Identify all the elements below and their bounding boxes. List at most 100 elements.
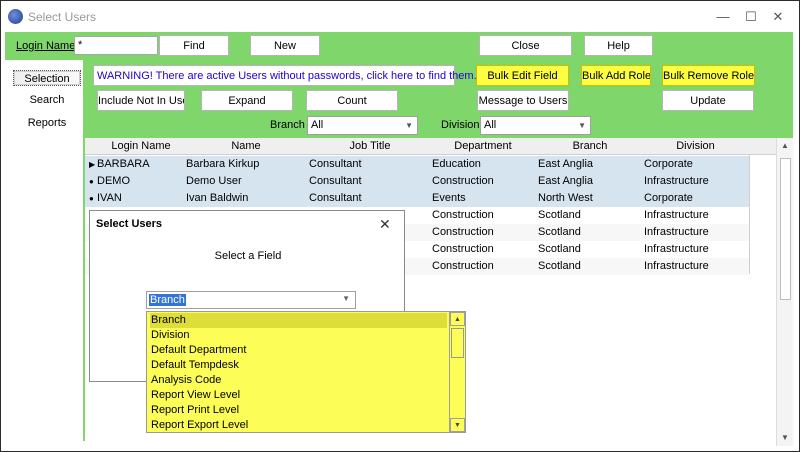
inactive-password-warning-link[interactable]: WARNING! There are active Users without … bbox=[93, 65, 477, 86]
cell-branch: East Anglia bbox=[538, 175, 594, 187]
message-to-users-button[interactable]: Message to Users bbox=[477, 90, 569, 111]
field-option[interactable]: Branch bbox=[150, 313, 447, 328]
window-title: Select Users bbox=[28, 10, 97, 24]
dialog-title: Select Users bbox=[96, 218, 163, 230]
nav-reports[interactable]: Reports bbox=[13, 115, 81, 131]
branch-filter-select[interactable]: All ▼ bbox=[307, 116, 418, 135]
field-select-value: Branch bbox=[149, 294, 186, 306]
scrollbar-thumb[interactable] bbox=[780, 158, 791, 300]
nav-selection[interactable]: Selection bbox=[13, 70, 81, 86]
expand-button[interactable]: Expand bbox=[201, 90, 293, 111]
options-scrollbar-thumb[interactable] bbox=[451, 328, 464, 358]
field-option[interactable]: Report Print Level bbox=[150, 403, 447, 418]
include-not-in-use-button[interactable]: Include Not In Use bbox=[97, 90, 185, 111]
bulk-edit-field-button[interactable]: Bulk Edit Field bbox=[476, 65, 569, 86]
cell-branch: North West bbox=[538, 192, 593, 204]
cell-department: Construction bbox=[432, 175, 494, 187]
cell-division: Infrastructure bbox=[644, 175, 709, 187]
app-globe-icon bbox=[8, 9, 23, 24]
column-header-login-name[interactable]: Login Name bbox=[85, 140, 197, 152]
cell-branch: Scotland bbox=[538, 243, 581, 255]
close-button[interactable]: Close bbox=[479, 35, 572, 56]
cell-login-name: IVAN bbox=[97, 192, 122, 204]
new-button[interactable]: New bbox=[250, 35, 320, 56]
field-options-list[interactable]: Branch Division Default Department Defau… bbox=[146, 311, 466, 433]
cell-job-title: Consultant bbox=[309, 158, 362, 170]
table-row[interactable]: ● DEMO Demo User Consultant Construction… bbox=[85, 173, 749, 190]
field-option[interactable]: Default Department bbox=[150, 343, 447, 358]
select-users-window: Select Users — ☐ ✕ Login Name * Find New… bbox=[0, 0, 800, 452]
login-name-input[interactable]: * bbox=[74, 36, 158, 55]
count-button[interactable]: Count bbox=[306, 90, 398, 111]
chevron-down-icon: ▼ bbox=[405, 121, 413, 130]
cell-job-title: Consultant bbox=[309, 192, 362, 204]
cell-name: Barbara Kirkup bbox=[186, 158, 260, 170]
close-icon[interactable]: ✕ bbox=[379, 216, 391, 233]
cell-department: Education bbox=[432, 158, 481, 170]
column-header-division[interactable]: Division bbox=[642, 140, 749, 152]
field-option[interactable]: Default Tempdesk bbox=[150, 358, 447, 373]
table-row[interactable]: ● IVAN Ivan Baldwin Consultant Events No… bbox=[85, 190, 749, 207]
cell-division: Infrastructure bbox=[644, 226, 709, 238]
cell-name: Ivan Baldwin bbox=[186, 192, 249, 204]
help-button[interactable]: Help bbox=[584, 35, 653, 56]
scroll-down-arrow-icon[interactable]: ▼ bbox=[777, 430, 793, 446]
scroll-down-arrow-icon[interactable]: ▼ bbox=[450, 418, 465, 432]
bulk-add-role-button[interactable]: Bulk Add Role bbox=[581, 65, 651, 86]
cell-branch: Scotland bbox=[538, 209, 581, 221]
cell-department: Construction bbox=[432, 243, 494, 255]
update-button[interactable]: Update bbox=[662, 90, 754, 111]
close-window-button[interactable]: ✕ bbox=[768, 8, 788, 26]
top-toolbar: Login Name * Find New Close Help bbox=[5, 32, 793, 60]
cell-job-title: Consultant bbox=[309, 175, 362, 187]
users-table-header: Login Name Name Job Title Department Bra… bbox=[85, 138, 778, 155]
cell-department: Construction bbox=[432, 260, 494, 272]
options-scrollbar[interactable]: ▲ ▼ bbox=[449, 312, 465, 432]
field-option[interactable]: Division bbox=[150, 328, 447, 343]
table-right-border bbox=[749, 155, 750, 274]
cell-division: Infrastructure bbox=[644, 209, 709, 221]
minimize-button[interactable]: — bbox=[713, 8, 733, 26]
column-header-department[interactable]: Department bbox=[431, 140, 535, 152]
cell-department: Events bbox=[432, 192, 466, 204]
field-option[interactable]: Report View Level bbox=[150, 388, 447, 403]
cell-branch: Scotland bbox=[538, 260, 581, 272]
field-option[interactable]: Report Export Level bbox=[150, 418, 447, 433]
row-bullet-icon: ● bbox=[89, 177, 94, 186]
division-filter-select[interactable]: All ▼ bbox=[480, 116, 591, 135]
dialog-prompt: Select a Field bbox=[214, 250, 282, 262]
branch-filter-label: Branch bbox=[270, 119, 305, 131]
nav-search[interactable]: Search bbox=[13, 92, 81, 108]
chevron-down-icon: ▼ bbox=[342, 294, 350, 303]
scroll-up-arrow-icon[interactable]: ▲ bbox=[450, 312, 465, 326]
cell-department: Construction bbox=[432, 226, 494, 238]
cell-login-name: BARBARA bbox=[97, 158, 150, 170]
branch-filter-value: All bbox=[311, 119, 324, 131]
column-header-job-title[interactable]: Job Title bbox=[295, 140, 445, 152]
field-option[interactable]: Analysis Code bbox=[150, 373, 447, 388]
division-filter-value: All bbox=[484, 119, 497, 131]
cell-branch: East Anglia bbox=[538, 158, 594, 170]
cell-division: Corporate bbox=[644, 158, 693, 170]
left-nav-panel: Selection Search Reports bbox=[5, 60, 85, 441]
scroll-up-arrow-icon[interactable]: ▲ bbox=[777, 138, 793, 154]
current-row-arrow-icon: ▶ bbox=[89, 160, 96, 169]
login-name-label: Login Name bbox=[16, 40, 76, 52]
find-button[interactable]: Find bbox=[159, 35, 229, 56]
row-bullet-icon: ● bbox=[89, 194, 94, 203]
cell-division: Infrastructure bbox=[644, 243, 709, 255]
maximize-button[interactable]: ☐ bbox=[741, 8, 761, 26]
cell-division: Corporate bbox=[644, 192, 693, 204]
cell-login-name: DEMO bbox=[97, 175, 130, 187]
cell-department: Construction bbox=[432, 209, 494, 221]
division-filter-label: Division bbox=[441, 119, 480, 131]
cell-branch: Scotland bbox=[538, 226, 581, 238]
bulk-remove-role-button[interactable]: Bulk Remove Role bbox=[662, 65, 755, 86]
table-row[interactable]: ▶ BARBARA Barbara Kirkup Consultant Educ… bbox=[85, 156, 749, 173]
field-select-combobox[interactable]: Branch ▼ bbox=[146, 291, 356, 309]
chevron-down-icon: ▼ bbox=[578, 121, 586, 130]
title-bar: Select Users — ☐ ✕ bbox=[1, 1, 799, 32]
table-vertical-scrollbar[interactable]: ▲ ▼ bbox=[776, 138, 793, 446]
column-header-name[interactable]: Name bbox=[197, 140, 295, 152]
column-header-branch[interactable]: Branch bbox=[538, 140, 642, 152]
